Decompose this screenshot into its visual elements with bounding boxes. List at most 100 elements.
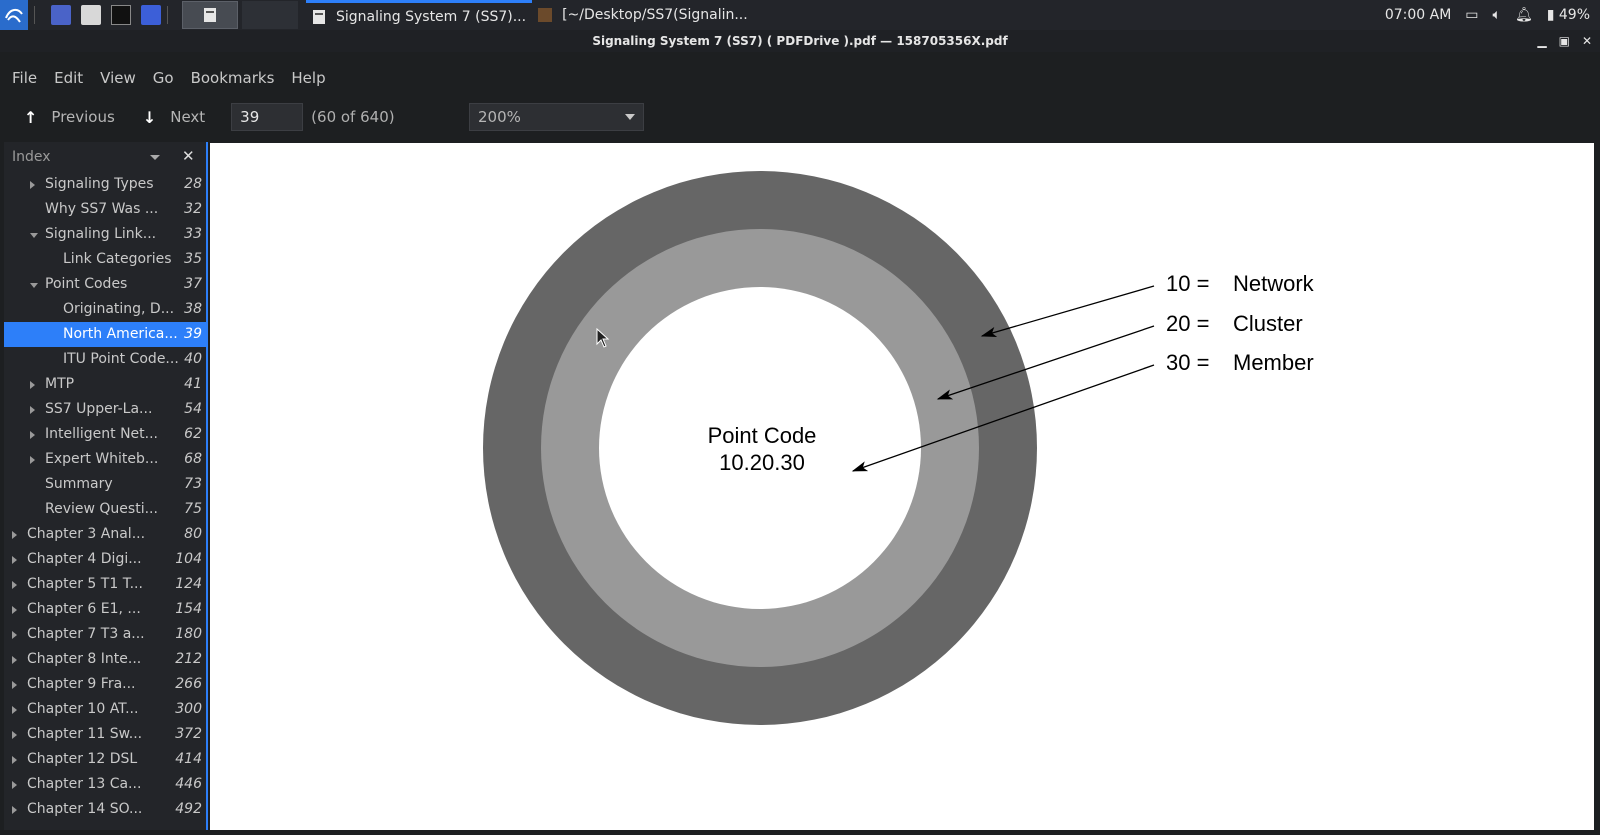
collapsed-arrow-icon[interactable] xyxy=(12,631,17,639)
index-item[interactable]: Chapter 11 Sw... 372 xyxy=(4,722,206,747)
expanded-arrow-icon[interactable] xyxy=(30,233,38,238)
task-text-editor[interactable]: [~/Desktop/SS7(Signalin... xyxy=(532,0,754,30)
index-item[interactable]: North America... 39 xyxy=(4,322,206,347)
zoom-select[interactable]: 200% xyxy=(469,103,644,131)
index-item-label: Chapter 7 T3 a... xyxy=(27,626,145,642)
close-sidebar-icon[interactable]: ✕ xyxy=(182,147,195,165)
index-item[interactable]: ITU Point Code... 40 xyxy=(4,347,206,372)
next-button[interactable]: ↓ Next xyxy=(143,108,205,127)
index-sidebar: Index ✕ Signaling Types 28 Why SS7 Was ...… xyxy=(4,142,208,830)
collapsed-arrow-icon[interactable] xyxy=(12,681,17,689)
index-item[interactable]: Link Categories 35 xyxy=(4,247,206,272)
network-number: 10 = xyxy=(1166,271,1209,296)
maximize-icon[interactable]: ▣ xyxy=(1559,30,1570,52)
file-manager-icon[interactable] xyxy=(81,5,101,25)
index-item-label: Why SS7 Was ... xyxy=(45,201,159,217)
menu-bookmarks[interactable]: Bookmarks xyxy=(191,69,275,87)
chevron-down-icon[interactable] xyxy=(150,155,160,160)
bell-icon[interactable]: 🔔︎ xyxy=(1515,7,1533,23)
clock[interactable]: 07:00 AM xyxy=(1385,7,1451,23)
collapsed-arrow-icon[interactable] xyxy=(12,806,17,814)
index-item[interactable]: Chapter 5 T1 T... 124 xyxy=(4,572,206,597)
collapsed-arrow-icon[interactable] xyxy=(30,181,35,189)
workspace-2-button[interactable] xyxy=(242,1,298,29)
index-item[interactable]: SS7 Upper-La... 54 xyxy=(4,397,206,422)
index-item[interactable]: Signaling Types 28 xyxy=(4,172,206,197)
index-item[interactable]: Originating, D... 38 xyxy=(4,297,206,322)
expanded-arrow-icon[interactable] xyxy=(30,283,38,288)
workspace-icon[interactable] xyxy=(51,5,71,25)
index-item[interactable]: MTP 41 xyxy=(4,372,206,397)
terminal-icon[interactable] xyxy=(111,5,131,25)
menu-file[interactable]: File xyxy=(12,69,37,87)
screen-recorder-icon[interactable] xyxy=(141,5,161,25)
collapsed-arrow-icon[interactable] xyxy=(12,556,17,564)
collapsed-arrow-icon[interactable] xyxy=(12,781,17,789)
index-item[interactable]: Review Questi... 75 xyxy=(4,497,206,522)
collapsed-arrow-icon[interactable] xyxy=(30,406,35,414)
next-label: Next xyxy=(170,108,206,126)
index-item[interactable]: Chapter 13 Ca... 446 xyxy=(4,772,206,797)
battery-indicator[interactable]: ▮ 49% xyxy=(1547,7,1590,23)
index-item-page: 492 xyxy=(175,801,202,817)
collapsed-arrow-icon[interactable] xyxy=(12,531,17,539)
index-item-page: 266 xyxy=(175,676,202,692)
index-item[interactable]: Chapter 3 Anal... 80 xyxy=(4,522,206,547)
arrow-up-icon: ↑ xyxy=(24,107,38,127)
index-item-page: 414 xyxy=(175,751,202,767)
kali-menu-icon[interactable] xyxy=(0,0,28,30)
collapsed-arrow-icon[interactable] xyxy=(30,381,35,389)
editor-icon xyxy=(538,8,553,22)
collapsed-arrow-icon[interactable] xyxy=(12,756,17,764)
chevron-down-icon xyxy=(625,114,635,120)
index-item[interactable]: Chapter 14 SO... 492 xyxy=(4,797,206,822)
collapsed-arrow-icon[interactable] xyxy=(12,706,17,714)
index-item-page: 154 xyxy=(175,601,202,617)
index-item[interactable]: Chapter 12 DSL 414 xyxy=(4,747,206,772)
collapsed-arrow-icon[interactable] xyxy=(30,456,35,464)
collapsed-arrow-icon[interactable] xyxy=(12,581,17,589)
index-item[interactable]: Summary 73 xyxy=(4,472,206,497)
index-item-page: 62 xyxy=(184,426,202,442)
collapsed-arrow-icon[interactable] xyxy=(12,656,17,664)
taskbar-separator xyxy=(167,6,168,24)
index-item[interactable]: Chapter 4 Digi... 104 xyxy=(4,547,206,572)
index-item[interactable]: Chapter 6 E1, ... 154 xyxy=(4,597,206,622)
index-item[interactable]: Chapter 8 Inte... 212 xyxy=(4,647,206,672)
member-name: Member xyxy=(1233,350,1314,375)
index-item-label: North America... xyxy=(63,326,178,342)
workspace-1-button[interactable] xyxy=(182,1,238,29)
previous-button[interactable]: ↑ Previous xyxy=(24,108,115,127)
index-item[interactable]: Chapter 9 Fra... 266 xyxy=(4,672,206,697)
display-icon[interactable]: ▭ xyxy=(1465,7,1478,23)
page-count-label: (60 of 640) xyxy=(311,108,395,126)
index-item[interactable]: Why SS7 Was ... 32 xyxy=(4,197,206,222)
index-item-label: Chapter 5 T1 T... xyxy=(27,576,143,592)
collapsed-arrow-icon[interactable] xyxy=(30,431,35,439)
index-item-label: Signaling Link... xyxy=(45,226,157,242)
index-item[interactable]: Chapter 7 T3 a... 180 xyxy=(4,622,206,647)
collapsed-arrow-icon[interactable] xyxy=(12,606,17,614)
menu-view[interactable]: View xyxy=(100,69,136,87)
index-item[interactable]: Signaling Link... 33 xyxy=(4,222,206,247)
index-item[interactable]: Point Codes 37 xyxy=(4,272,206,297)
index-item[interactable]: Expert Whiteb... 68 xyxy=(4,447,206,472)
volume-icon[interactable]: 🔈︎ xyxy=(1493,7,1501,23)
task-pdf-viewer[interactable]: Signaling System 7 (SS7)... xyxy=(306,0,533,30)
collapsed-arrow-icon[interactable] xyxy=(12,731,17,739)
index-item-page: 300 xyxy=(175,701,202,717)
toolbar: ↑ Previous ↓ Next 39 (60 of 640) 200% xyxy=(0,100,1600,134)
page-number-input[interactable]: 39 xyxy=(231,103,304,131)
index-item-label: Link Categories xyxy=(63,251,172,267)
minimize-icon[interactable]: ▁ xyxy=(1537,30,1546,52)
cluster-name: Cluster xyxy=(1233,311,1303,336)
menu-edit[interactable]: Edit xyxy=(54,69,83,87)
menu-help[interactable]: Help xyxy=(291,69,325,87)
index-item[interactable]: Chapter 10 AT... 300 xyxy=(4,697,206,722)
close-icon[interactable]: ✕ xyxy=(1582,30,1592,52)
sidebar-mode-select[interactable]: Index xyxy=(12,149,51,165)
index-item-page: 54 xyxy=(184,401,202,417)
pdf-page[interactable]: Point Code 10.20.30 10 = Network 20 = Cl… xyxy=(210,143,1594,830)
menu-go[interactable]: Go xyxy=(153,69,174,87)
index-item[interactable]: Intelligent Net... 62 xyxy=(4,422,206,447)
